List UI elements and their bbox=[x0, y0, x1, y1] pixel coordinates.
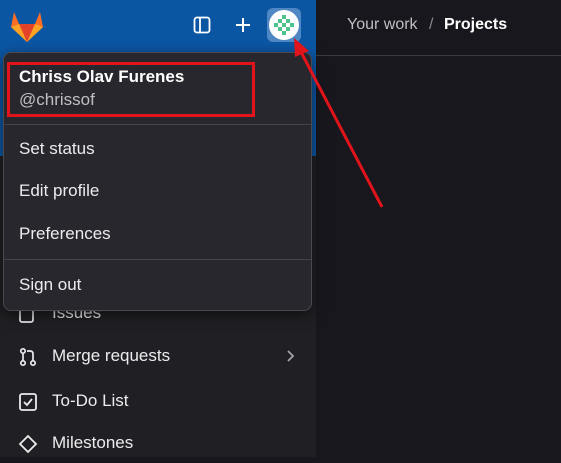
user-menu-button[interactable] bbox=[267, 8, 301, 42]
sidebar-toggle-button[interactable] bbox=[185, 8, 219, 42]
menu-item-sign-out[interactable]: Sign out bbox=[4, 264, 311, 306]
sidebar-item-milestones[interactable]: Milestones bbox=[0, 423, 316, 463]
identicon-icon bbox=[274, 15, 294, 35]
sidebar-item-label: To-Do List bbox=[52, 391, 129, 410]
sidebar-item-merge-requests[interactable]: Merge requests bbox=[0, 336, 316, 376]
menu-item-edit-profile[interactable]: Edit profile bbox=[4, 170, 311, 212]
sidebar-item-label: Milestones bbox=[52, 433, 134, 452]
sidebar-item-label: Merge requests bbox=[52, 346, 171, 365]
gitlab-logo[interactable] bbox=[9, 9, 45, 43]
page-header: Your work / Projects bbox=[316, 0, 561, 56]
milestone-icon bbox=[18, 434, 38, 454]
annotation-highlight-box bbox=[7, 62, 255, 117]
menu-item-label: Edit profile bbox=[19, 181, 100, 200]
new-item-button[interactable] bbox=[226, 8, 260, 42]
breadcrumb-your-work[interactable]: Your work bbox=[347, 16, 418, 34]
todo-icon bbox=[19, 393, 37, 411]
sidebar-toggle-icon bbox=[193, 16, 211, 34]
breadcrumb-projects[interactable]: Projects bbox=[444, 16, 507, 34]
menu-item-label: Preferences bbox=[19, 224, 111, 243]
menu-item-preferences[interactable]: Preferences bbox=[4, 213, 311, 255]
plus-icon bbox=[236, 18, 250, 32]
sidebar-item-todo-list[interactable]: To-Do List bbox=[0, 381, 316, 421]
avatar bbox=[269, 10, 299, 40]
user-menu-dropdown: Chriss Olav Furenes @chrissof Set status… bbox=[3, 52, 312, 311]
menu-divider bbox=[4, 259, 311, 260]
chevron-right-icon bbox=[287, 350, 295, 362]
merge-request-icon bbox=[19, 347, 37, 367]
menu-item-set-status[interactable]: Set status bbox=[4, 128, 311, 170]
menu-item-label: Sign out bbox=[19, 275, 82, 294]
breadcrumb-separator: / bbox=[429, 16, 434, 33]
menu-item-label: Set status bbox=[19, 139, 95, 158]
